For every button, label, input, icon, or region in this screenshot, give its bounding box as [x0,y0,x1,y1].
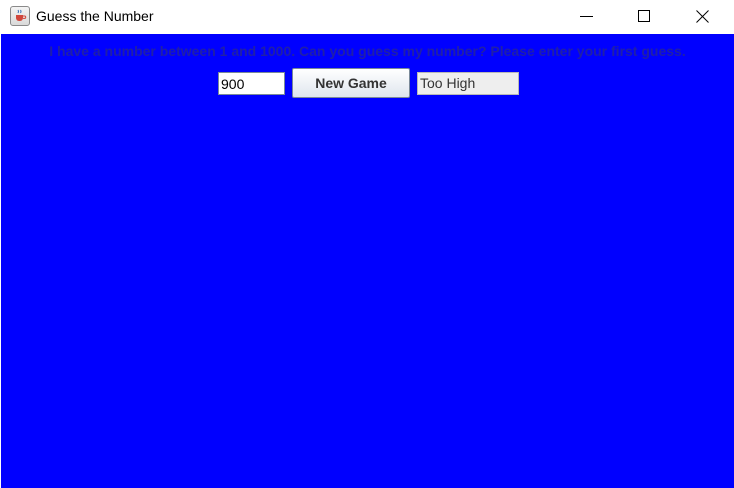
minimize-icon [580,16,593,17]
app-window: Guess the Number I have a number between… [0,0,734,488]
window-title: Guess the Number [36,8,154,24]
instruction-label: I have a number between 1 and 1000. Can … [49,43,686,59]
close-button[interactable] [674,0,732,34]
maximize-button[interactable] [616,0,674,34]
result-field: Too High [417,72,519,95]
new-game-button[interactable]: New Game [292,68,410,98]
close-icon [696,10,709,23]
java-coffee-cup-icon[interactable] [10,6,30,26]
title-bar[interactable]: Guess the Number [0,0,734,34]
game-panel: I have a number between 1 and 1000. Can … [1,34,734,488]
maximize-icon [638,10,650,22]
minimize-button[interactable] [558,0,616,34]
guess-input[interactable] [218,72,285,95]
